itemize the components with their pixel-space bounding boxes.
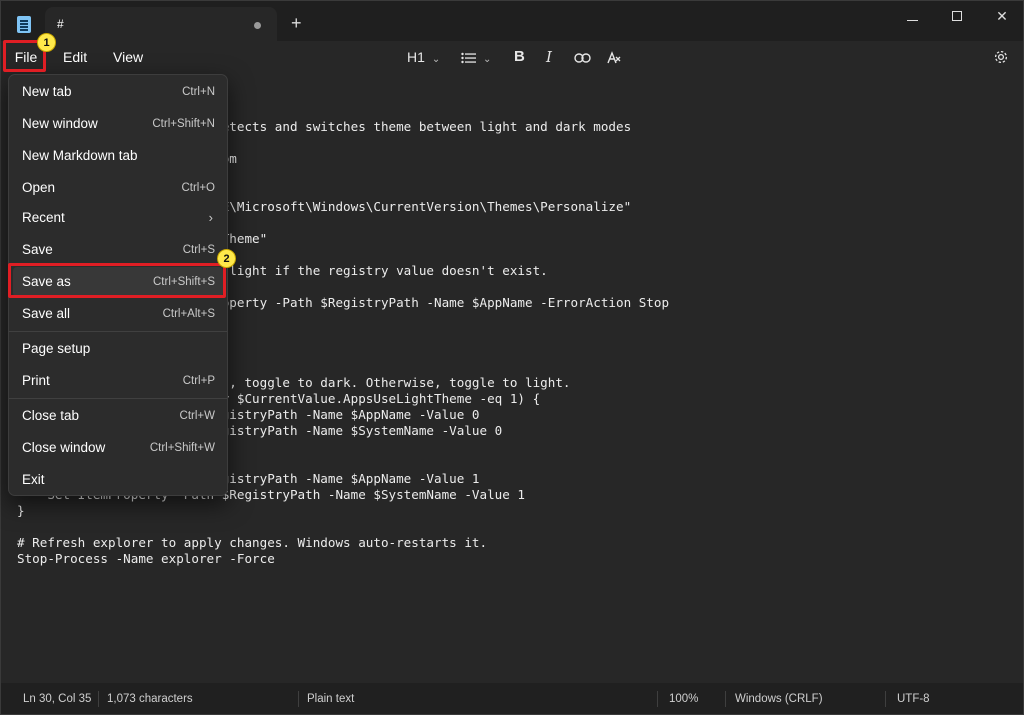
menu-item-label: New window xyxy=(22,116,98,131)
close-icon: ✕ xyxy=(996,8,1008,24)
status-bar: Ln 30, Col 35 1,073 characters Plain tex… xyxy=(1,683,1023,714)
menu-item-print[interactable]: Print Ctrl+P xyxy=(13,366,223,396)
status-divider xyxy=(298,691,299,707)
maximize-button[interactable] xyxy=(934,5,980,27)
bold-button[interactable]: B xyxy=(514,41,525,73)
menu-edit[interactable]: Edit xyxy=(63,41,87,73)
settings-button[interactable] xyxy=(993,41,1009,73)
menu-item-label: Open xyxy=(22,180,56,195)
editor-line[interactable] xyxy=(17,519,669,535)
close-button[interactable]: ✕ xyxy=(979,5,1024,27)
chevron-right-icon: › xyxy=(208,210,213,225)
menu-item-label: Save xyxy=(22,242,53,257)
menu-item-exit[interactable]: Exit xyxy=(13,465,223,495)
menu-item-page-setup[interactable]: Page setup xyxy=(13,334,223,364)
menu-item-label: Save all xyxy=(22,306,71,321)
menu-item-new-tab[interactable]: New tab Ctrl+N xyxy=(13,77,223,107)
menu-item-save[interactable]: Save Ctrl+S xyxy=(13,235,223,265)
italic-button[interactable]: I xyxy=(546,41,552,73)
character-count: 1,073 characters xyxy=(107,693,193,705)
menu-item-open[interactable]: Open Ctrl+O xyxy=(13,173,223,203)
status-divider xyxy=(657,691,658,707)
line-ending[interactable]: Windows (CRLF) xyxy=(735,693,823,705)
clear-formatting-icon xyxy=(607,51,621,64)
bulleted-list-icon xyxy=(461,53,476,64)
highlight-save-as xyxy=(8,263,226,298)
tab-document[interactable]: # xyxy=(45,7,277,41)
menu-item-shortcut: Ctrl+P xyxy=(182,375,215,387)
menu-item-label: Exit xyxy=(22,472,45,487)
menu-item-shortcut: Ctrl+Shift+N xyxy=(152,118,215,130)
menu-item-shortcut: Ctrl+O xyxy=(181,182,215,194)
status-divider xyxy=(885,691,886,707)
menu-item-shortcut: Ctrl+Alt+S xyxy=(162,308,215,320)
new-tab-plus-icon[interactable]: + xyxy=(291,14,302,32)
menu-item-label: New tab xyxy=(22,84,72,99)
menu-item-shortcut: Ctrl+S xyxy=(182,244,215,256)
menu-separator xyxy=(9,331,227,332)
menu-item-label: Print xyxy=(22,373,50,388)
link-button[interactable] xyxy=(574,41,591,73)
cursor-position: Ln 30, Col 35 xyxy=(23,693,92,705)
clear-formatting-button[interactable] xyxy=(606,41,622,73)
menu-item-label: Close window xyxy=(22,440,106,455)
menu-item-close-tab[interactable]: Close tab Ctrl+W xyxy=(13,401,223,431)
menu-item-label: Page setup xyxy=(22,341,91,356)
list-dropdown[interactable]: ⌄ xyxy=(461,41,491,73)
status-divider xyxy=(725,691,726,707)
menu-item-label: Recent xyxy=(22,210,65,225)
menu-view[interactable]: View xyxy=(113,41,143,73)
minimize-icon xyxy=(906,19,918,21)
menu-item-shortcut: Ctrl+Shift+W xyxy=(149,442,215,454)
heading-dropdown[interactable]: H1 ⌄ xyxy=(407,41,440,73)
editor-line[interactable]: } xyxy=(17,503,669,519)
menu-item-new-window[interactable]: New window Ctrl+Shift+N xyxy=(13,109,223,139)
notepad-app-icon xyxy=(17,16,31,33)
italic-icon: I xyxy=(546,48,552,66)
menu-item-save-all[interactable]: Save all Ctrl+Alt+S xyxy=(13,299,223,329)
menu-item-recent[interactable]: Recent › xyxy=(13,203,223,233)
chevron-down-icon: ⌄ xyxy=(483,54,492,65)
bold-icon: B xyxy=(514,48,525,65)
tab-title: # xyxy=(57,17,64,31)
encoding[interactable]: UTF-8 xyxy=(897,693,930,705)
heading-label: H1 xyxy=(407,49,425,65)
step-badge-2: 2 xyxy=(217,249,236,268)
editor-line[interactable]: Stop-Process -Name explorer -Force xyxy=(17,551,669,567)
menu-item-new-markdown-tab[interactable]: New Markdown tab xyxy=(13,141,223,171)
unsaved-dot-icon[interactable] xyxy=(254,22,261,29)
file-format[interactable]: Plain text xyxy=(307,693,354,705)
zoom-level[interactable]: 100% xyxy=(669,693,698,705)
title-bar: # + ✕ xyxy=(1,1,1023,41)
menu-item-shortcut: Ctrl+W xyxy=(179,410,215,422)
step-badge-1: 1 xyxy=(37,33,56,52)
minimize-button[interactable] xyxy=(889,5,935,27)
editor-line[interactable]: # Refresh explorer to apply changes. Win… xyxy=(17,535,669,551)
link-icon xyxy=(574,53,591,63)
menu-separator xyxy=(9,398,227,399)
menu-item-label: New Markdown tab xyxy=(22,148,138,163)
gear-icon xyxy=(994,50,1008,63)
status-divider xyxy=(98,691,99,707)
menu-item-label: Close tab xyxy=(22,408,80,423)
menu-item-shortcut: Ctrl+N xyxy=(182,86,215,98)
maximize-icon xyxy=(952,11,962,21)
menu-bar: File Edit View H1 ⌄ ⌄ B I xyxy=(1,41,1023,73)
chevron-down-icon: ⌄ xyxy=(431,54,441,65)
menu-item-close-window[interactable]: Close window Ctrl+Shift+W xyxy=(13,433,223,463)
